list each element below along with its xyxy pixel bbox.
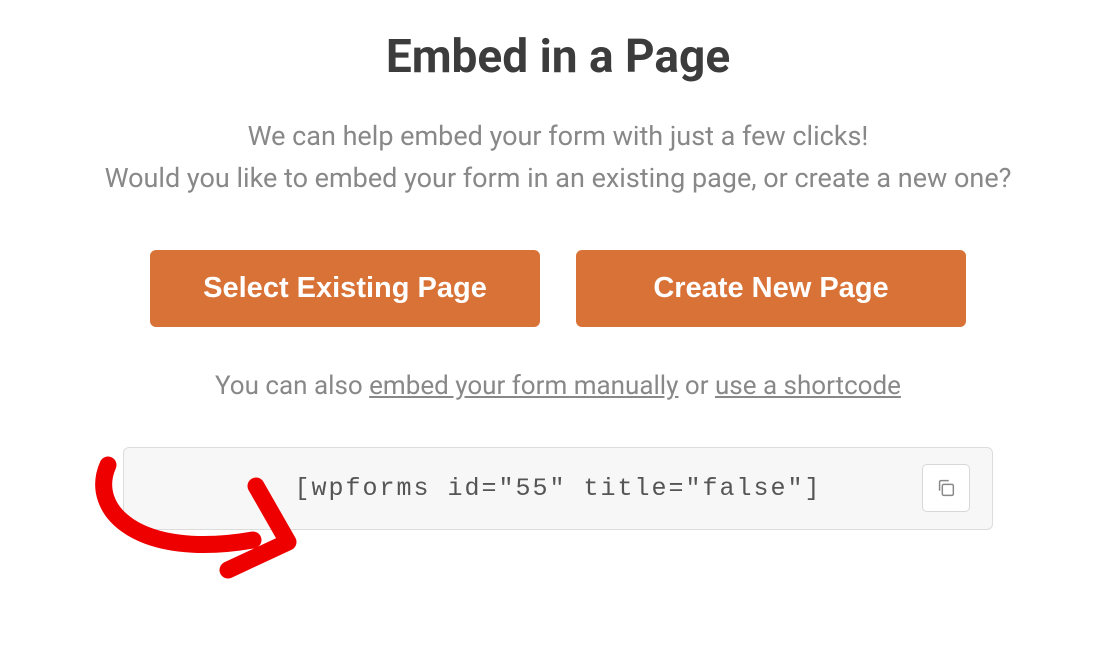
modal-title: Embed in a Page [386, 30, 730, 84]
create-new-page-button[interactable]: Create New Page [576, 250, 966, 327]
use-shortcode-link[interactable]: use a shortcode [715, 371, 901, 401]
embed-manually-link[interactable]: embed your form manually [369, 371, 678, 401]
subtitle-line-1: We can help embed your form with just a … [248, 120, 869, 152]
alternative-options-text: You can also embed your form manually or… [215, 371, 901, 401]
alt-middle: or [678, 371, 715, 401]
alt-prefix: You can also [215, 371, 369, 401]
shortcode-box: [wpforms id="55" title="false"] [123, 447, 993, 530]
subtitle-line-2: Would you like to embed your form in an … [105, 162, 1012, 194]
select-existing-page-button[interactable]: Select Existing Page [150, 250, 540, 327]
copy-icon [935, 477, 957, 499]
copy-shortcode-button[interactable] [922, 464, 970, 512]
button-row: Select Existing Page Create New Page [150, 250, 966, 327]
modal-subtitle: We can help embed your form with just a … [105, 116, 1012, 200]
shortcode-text: [wpforms id="55" title="false"] [294, 474, 821, 503]
